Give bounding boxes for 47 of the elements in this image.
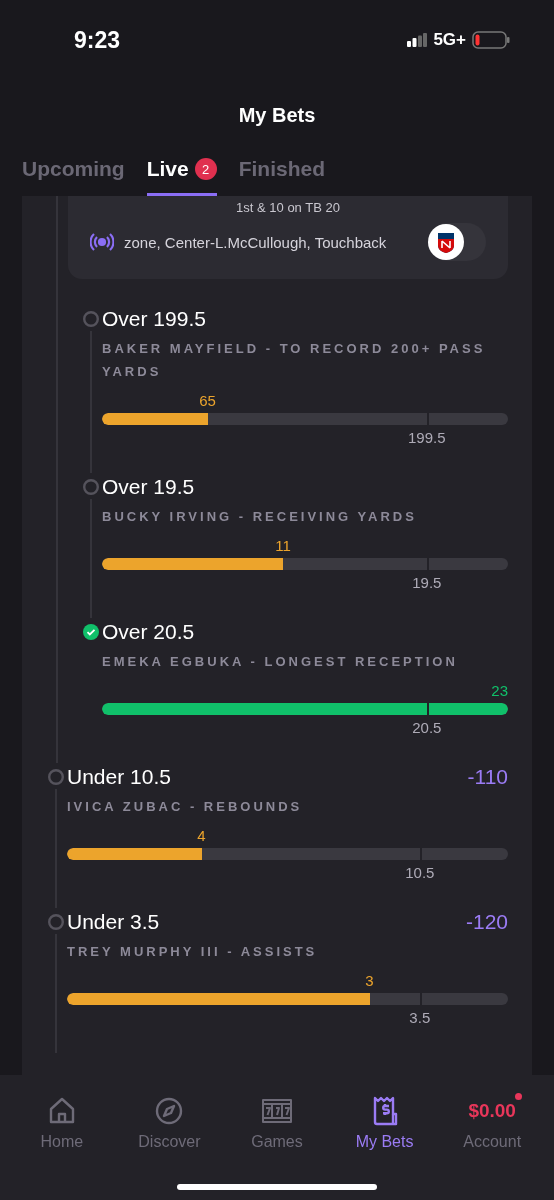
battery-icon [472, 31, 510, 49]
bet-description: IVICA ZUBAC - REBOUNDS [67, 798, 304, 816]
shield-logo-icon [428, 224, 464, 260]
current-value: 65 [199, 392, 216, 409]
nav-item[interactable]: $0.00 Account [442, 1095, 543, 1151]
nav-label: Games [251, 1133, 303, 1151]
nav-label: Home [40, 1133, 84, 1151]
bet-description: BUCKY IRVING - RECEIVING YARDS [102, 508, 418, 526]
league-logo-button[interactable] [428, 223, 486, 261]
nav-item[interactable]: Home [11, 1095, 112, 1151]
balance: $0.00 [468, 1095, 516, 1127]
bet-description: TREY MURPHY III - ASSISTS [67, 943, 319, 961]
odds: -120 [465, 910, 508, 934]
nav-item[interactable]: Games [227, 1095, 327, 1151]
nav-item[interactable]: Discover [119, 1095, 220, 1151]
current-value: 3 [365, 972, 374, 989]
bet-description: EMEKA EGBUKA - LONGEST RECEPTION [102, 653, 459, 671]
nav-label: Account [463, 1133, 522, 1151]
bet-title: Over 199.5 [102, 307, 206, 331]
down-and-distance: 1st & 10 on TB 20 [236, 200, 340, 215]
bet-title: Over 20.5 [102, 620, 195, 644]
notification-dot [514, 1093, 522, 1100]
odds: -110 [467, 765, 508, 789]
bet-title: Under 10.5 [67, 765, 171, 789]
nav-label: Discover [138, 1133, 201, 1151]
current-value: 4 [197, 827, 206, 844]
play-feed: zone, Center-L.McCullough, Touchback [124, 233, 388, 251]
count-badge: 2 [194, 158, 217, 180]
broadcast-icon [90, 232, 114, 252]
line-value: 199.5 [408, 429, 446, 446]
current-value: 23 [491, 682, 508, 699]
bet-title: Over 19.5 [102, 475, 195, 499]
line-value: 20.5 [412, 719, 442, 736]
network-type: 5G+ [433, 30, 466, 50]
clock: 9:23 [74, 26, 121, 54]
page-title: My Bets [237, 103, 317, 128]
signal-icon [407, 33, 428, 47]
current-value: 11 [275, 537, 291, 554]
tab[interactable]: Upcoming [22, 157, 125, 196]
nav-item[interactable]: My Bets [334, 1095, 435, 1151]
line-value: 10.5 [405, 864, 435, 881]
line-value: 19.5 [412, 574, 442, 591]
nav-label: My Bets [355, 1133, 414, 1151]
bet-description: BAKER MAYFIELD - TO RECORD 200+ PASS YARDS [102, 340, 487, 381]
bet-title: Under 3.5 [67, 910, 160, 934]
line-value: 3.5 [409, 1009, 431, 1026]
tab[interactable]: Finished [238, 157, 326, 196]
